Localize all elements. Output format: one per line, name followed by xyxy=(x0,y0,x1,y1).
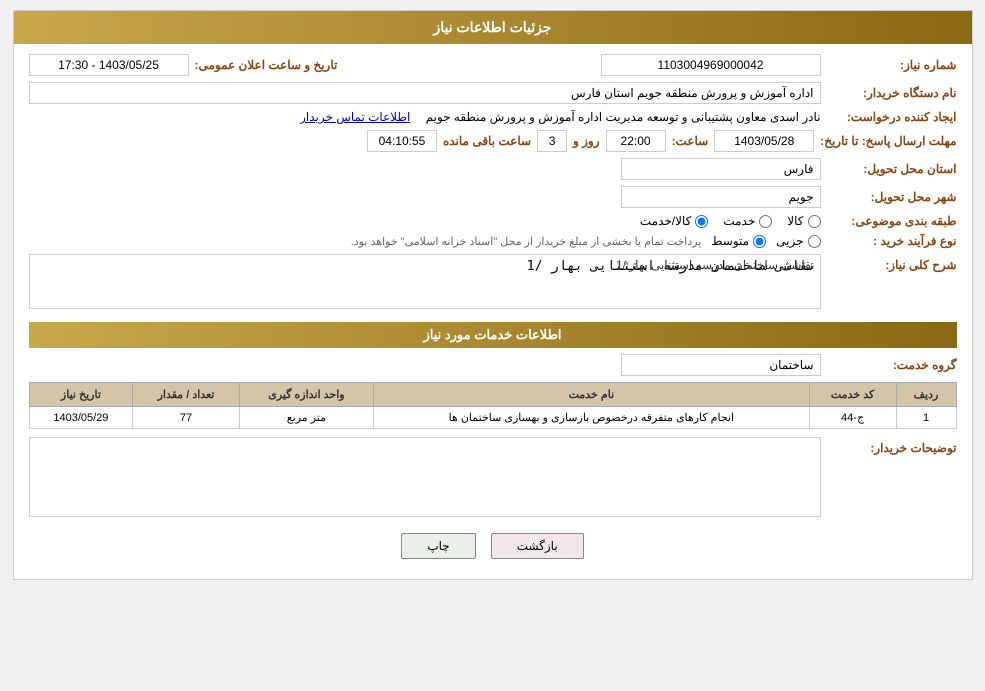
service-group-label: گروه خدمت: xyxy=(827,358,957,372)
need-number-label: شماره نیاز: xyxy=(827,58,957,72)
deadline-remaining-label: ساعت باقی مانده xyxy=(443,134,531,148)
process-radio-motavasset[interactable] xyxy=(753,235,766,248)
description-container: نقاشی ساختمان مدرسه استثنایی بهار /1 xyxy=(29,254,821,312)
creator-label: ایجاد کننده درخواست: xyxy=(827,110,957,124)
category-option-both: کالا/خدمت xyxy=(640,214,708,228)
services-section-header: اطلاعات خدمات مورد نیاز xyxy=(29,322,957,348)
creator-row: ایجاد کننده درخواست: نادر اسدی معاون پشت… xyxy=(29,110,957,124)
process-jozei-label: جزیی xyxy=(776,234,803,248)
deadline-days: 3 xyxy=(537,130,567,152)
buyer-org-value: اداره آموزش و پرورش منطقه جویم استان فار… xyxy=(29,82,821,104)
services-header-text: اطلاعات خدمات مورد نیاز xyxy=(423,327,561,342)
category-both-label: کالا/خدمت xyxy=(640,214,691,228)
announce-date-label: تاریخ و ساعت اعلان عمومی: xyxy=(195,58,338,72)
table-cell-0-4: 77 xyxy=(133,407,239,429)
process-row: نوع فرآیند خرید : جزیی متوسط پرداخت تمام… xyxy=(29,234,957,248)
province-row: استان محل تحویل: فارس xyxy=(29,158,957,180)
col-header-row: ردیف xyxy=(896,383,956,407)
description-textarea[interactable] xyxy=(29,254,821,309)
description-row: شرح کلی نیاز: نقاشی ساختمان مدرسه استثنا… xyxy=(29,254,957,312)
back-button[interactable]: بازگشت xyxy=(491,533,584,559)
category-radio-both[interactable] xyxy=(695,215,708,228)
category-radio-group: کالا خدمت کالا/خدمت xyxy=(29,214,821,228)
city-label: شهر محل تحویل: xyxy=(827,190,957,204)
deadline-day-label: روز و xyxy=(573,134,600,148)
category-khedmat-label: خدمت xyxy=(723,214,755,228)
buyer-notes-label: توضیحات خریدار: xyxy=(827,441,957,455)
buttons-row: بازگشت چاپ xyxy=(29,523,957,569)
process-option-motavasset: متوسط xyxy=(711,234,766,248)
page-header: جزئیات اطلاعات نیاز xyxy=(14,11,972,44)
col-header-qty: تعداد / مقدار xyxy=(133,383,239,407)
buyer-notes-textarea[interactable] xyxy=(29,437,821,517)
table-cell-0-3: متر مربع xyxy=(239,407,373,429)
table-cell-0-2: انجام کارهای متفرقه درخصوص بازسازی و بهس… xyxy=(374,407,810,429)
print-button[interactable]: چاپ xyxy=(401,533,475,559)
category-radio-kala[interactable] xyxy=(808,215,821,228)
process-label: نوع فرآیند خرید : xyxy=(827,234,957,248)
category-option-kala: کالا xyxy=(787,214,820,228)
process-note: پرداخت تمام یا بخشی از مبلغ خریدار از مح… xyxy=(351,235,702,248)
service-group-value: ساختمان xyxy=(621,354,821,376)
province-label: استان محل تحویل: xyxy=(827,162,957,176)
page-title: جزئیات اطلاعات نیاز xyxy=(433,19,551,35)
page-container: جزئیات اطلاعات نیاز شماره نیاز: 11030049… xyxy=(13,10,973,580)
col-header-unit: واحد اندازه گیری xyxy=(239,383,373,407)
table-row: 1ج-44انجام کارهای متفرقه درخصوص بازسازی … xyxy=(29,407,956,429)
table-cell-0-1: ج-44 xyxy=(809,407,896,429)
need-number-row: شماره نیاز: 1103004969000042 تاریخ و ساع… xyxy=(29,54,957,76)
main-content: شماره نیاز: 1103004969000042 تاریخ و ساع… xyxy=(14,44,972,579)
category-label: طبقه بندی موضوعی: xyxy=(827,214,957,228)
buyer-org-row: نام دستگاه خریدار: اداره آموزش و پرورش م… xyxy=(29,82,957,104)
deadline-time-label: ساعت: xyxy=(672,134,709,148)
need-number-value: 1103004969000042 xyxy=(601,54,821,76)
process-radio-jozei[interactable] xyxy=(808,235,821,248)
table-cell-0-5: 1403/05/29 xyxy=(29,407,133,429)
buyer-org-label: نام دستگاه خریدار: xyxy=(827,86,957,100)
buyer-notes-row: توضیحات خریدار: xyxy=(29,437,957,517)
col-header-date: تاریخ نیاز xyxy=(29,383,133,407)
process-option-jozei: جزیی xyxy=(776,234,820,248)
category-row: طبقه بندی موضوعی: کالا خدمت کالا/خدمت xyxy=(29,214,957,228)
category-option-khedmat: خدمت xyxy=(723,214,772,228)
process-motavasset-label: متوسط xyxy=(711,234,749,248)
table-cell-0-0: 1 xyxy=(896,407,956,429)
announce-date-value: 1403/05/25 - 17:30 xyxy=(29,54,189,76)
category-kala-label: کالا xyxy=(787,214,803,228)
city-row: شهر محل تحویل: جویم xyxy=(29,186,957,208)
category-radio-khedmat[interactable] xyxy=(759,215,772,228)
table-header-row: ردیف کد خدمت نام خدمت واحد اندازه گیری ت… xyxy=(29,383,956,407)
creator-value: نادر اسدی معاون پشتیبانی و توسعه مدیریت … xyxy=(426,110,821,124)
col-header-code: کد خدمت xyxy=(809,383,896,407)
services-table: ردیف کد خدمت نام خدمت واحد اندازه گیری ت… xyxy=(29,382,957,429)
city-value: جویم xyxy=(621,186,821,208)
deadline-remaining: 04:10:55 xyxy=(367,130,437,152)
process-options: جزیی متوسط پرداخت تمام یا بخشی از مبلغ خ… xyxy=(29,234,821,248)
contact-link[interactable]: اطلاعات تماس خریدار xyxy=(300,110,410,124)
deadline-time: 22:00 xyxy=(606,130,666,152)
deadline-row: مهلت ارسال پاسخ: تا تاریخ: 1403/05/28 سا… xyxy=(29,130,957,152)
col-header-name: نام خدمت xyxy=(374,383,810,407)
service-group-row: گروه خدمت: ساختمان xyxy=(29,354,957,376)
deadline-label: مهلت ارسال پاسخ: تا تاریخ: xyxy=(820,134,956,148)
description-label: شرح کلی نیاز: xyxy=(827,258,957,272)
province-value: فارس xyxy=(621,158,821,180)
deadline-date: 1403/05/28 xyxy=(714,130,814,152)
